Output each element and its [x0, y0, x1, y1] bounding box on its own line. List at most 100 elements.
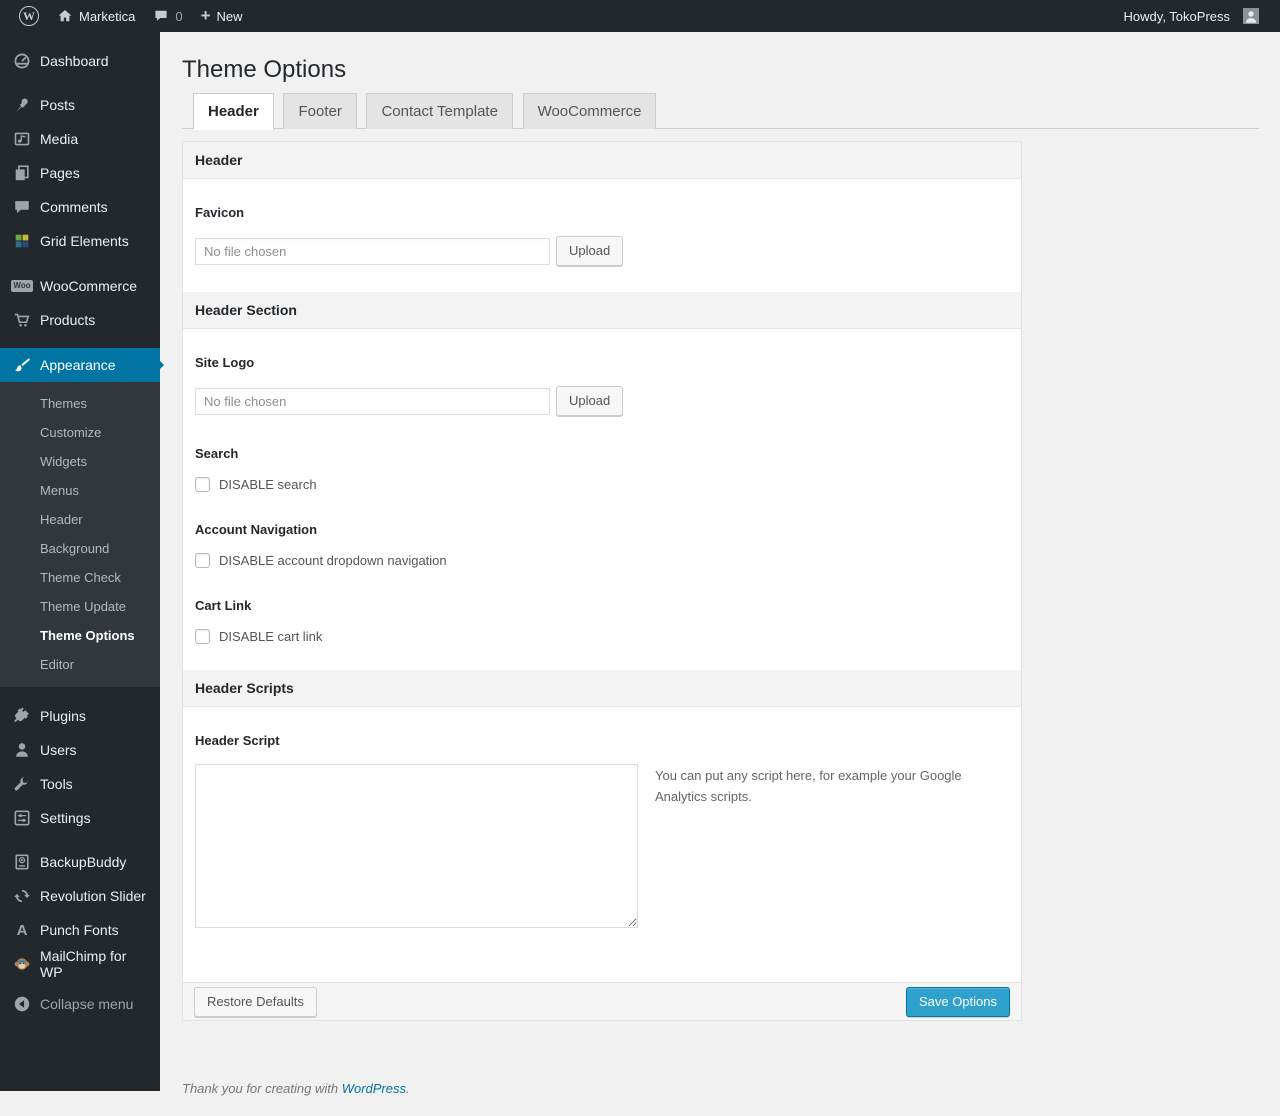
submenu-item-customize[interactable]: Customize	[0, 418, 160, 447]
sidebar-item-products[interactable]: Products	[0, 303, 160, 337]
disable-account-row[interactable]: DISABLE account dropdown navigation	[195, 553, 1009, 569]
disable-account-checkbox[interactable]	[195, 553, 210, 569]
sidebar-item-media[interactable]: Media	[0, 122, 160, 156]
sidebar-item-revolution-slider[interactable]: Revolution Slider	[0, 879, 160, 913]
tab-woocommerce[interactable]: WooCommerce	[522, 93, 657, 129]
header-script-hint: You can put any script here, for example…	[655, 768, 962, 804]
account-navigation-label: Account Navigation	[195, 522, 318, 538]
disable-account-label: DISABLE account dropdown navigation	[219, 553, 447, 569]
new-label: New	[216, 8, 243, 24]
sidebar-label: Pages	[40, 165, 80, 181]
disable-search-label: DISABLE search	[219, 477, 317, 493]
site-logo-label: Site Logo	[195, 355, 255, 371]
disable-cart-label: DISABLE cart link	[219, 629, 323, 645]
collapse-arrow-icon	[12, 994, 32, 1014]
disable-search-checkbox[interactable]	[195, 477, 210, 493]
wrench-icon	[12, 774, 32, 794]
tab-contact-template[interactable]: Contact Template	[366, 93, 513, 129]
admin-bar: W Marketica 0 + New Howdy, TokoPress	[0, 0, 1280, 32]
media-icon	[12, 129, 32, 149]
sidebar-label: Users	[40, 742, 77, 758]
howdy-label: Howdy, TokoPress	[1123, 8, 1230, 24]
comments-icon	[12, 197, 32, 217]
save-options-button[interactable]: Save Options	[905, 986, 1010, 1017]
section-header-header-section: Header Section	[183, 292, 1021, 330]
site-name-label: Marketica	[79, 8, 136, 24]
submenu-item-menus[interactable]: Menus	[0, 476, 160, 505]
sidebar-item-grid-elements[interactable]: Grid Elements	[0, 224, 160, 258]
avatar	[1243, 8, 1259, 24]
site-name-link[interactable]: Marketica	[48, 0, 144, 32]
sidebar-label: Tools	[40, 776, 73, 792]
sidebar-label: WooCommerce	[40, 278, 137, 294]
cart-icon	[12, 310, 32, 330]
sidebar-item-posts[interactable]: Posts	[0, 88, 160, 122]
home-icon	[57, 8, 73, 24]
mailchimp-monkey-icon	[12, 954, 32, 974]
sidebar-item-backupbuddy[interactable]: BackupBuddy	[0, 845, 160, 879]
paintbrush-icon	[12, 355, 32, 375]
favicon-label: Favicon	[195, 205, 245, 220]
sidebar-item-appearance[interactable]: Appearance	[0, 348, 164, 382]
sidebar-item-mailchimp[interactable]: MailChimp for WP	[0, 947, 160, 981]
appearance-submenu-wrap: Themes Customize Widgets Menus Header Ba…	[0, 382, 160, 687]
section-header-header: Header	[183, 142, 1021, 179]
submenu-item-header[interactable]: Header	[0, 505, 160, 534]
sidebar-item-pages[interactable]: Pages	[0, 156, 160, 190]
submenu-item-theme-options[interactable]: Theme Options	[0, 621, 160, 650]
sidebar-label: MailChimp for WP	[40, 948, 127, 980]
cart-link-label: Cart Link	[195, 598, 252, 614]
rotate-arrows-icon	[12, 886, 32, 906]
site-logo-upload-button[interactable]: Upload	[556, 386, 624, 417]
disable-cart-row[interactable]: DISABLE cart link	[195, 629, 1009, 645]
comments-count: 0	[175, 8, 183, 24]
backup-drive-icon	[12, 852, 32, 872]
section-header-header-scripts: Header Scripts	[183, 670, 1021, 708]
submenu-item-themes[interactable]: Themes	[0, 389, 160, 418]
tab-footer[interactable]: Footer	[283, 93, 357, 129]
disable-search-row[interactable]: DISABLE search	[195, 477, 1009, 493]
sidebar-item-woocommerce[interactable]: Woo WooCommerce	[0, 269, 160, 303]
account-menu[interactable]: Howdy, TokoPress	[1115, 0, 1268, 32]
sidebar-item-dashboard[interactable]: Dashboard	[0, 44, 160, 78]
comments-admin-link[interactable]: 0	[144, 0, 191, 32]
submenu-item-editor[interactable]: Editor	[0, 650, 160, 679]
plugin-icon	[12, 706, 32, 726]
settings-icon	[12, 808, 32, 828]
user-icon	[12, 740, 32, 760]
sidebar-label: Settings	[40, 810, 91, 826]
sidebar-item-comments[interactable]: Comments	[0, 190, 160, 224]
sidebar-label: Collapse menu	[40, 996, 134, 1012]
submenu-item-background[interactable]: Background	[0, 534, 160, 563]
sidebar-item-plugins[interactable]: Plugins	[0, 699, 160, 733]
header-script-textarea[interactable]	[195, 764, 638, 929]
wordpress-link[interactable]: WordPress	[342, 1081, 406, 1096]
sidebar-item-collapse-menu[interactable]: Collapse menu	[0, 987, 160, 1021]
disable-cart-checkbox[interactable]	[195, 629, 210, 645]
new-content-menu[interactable]: + New	[192, 0, 252, 32]
favicon-upload-button[interactable]: Upload	[556, 236, 624, 267]
sidebar-item-punch-fonts[interactable]: A Punch Fonts	[0, 913, 160, 947]
tab-header[interactable]: Header	[193, 93, 274, 130]
wordpress-logo-menu[interactable]: W	[10, 0, 48, 32]
thanks-suffix: .	[406, 1081, 410, 1097]
section-body-header: Favicon Upload	[183, 179, 1021, 293]
sidebar-item-settings[interactable]: Settings	[0, 801, 160, 835]
sidebar-item-users[interactable]: Users	[0, 733, 160, 767]
submenu-item-theme-update[interactable]: Theme Update	[0, 592, 160, 621]
theme-options-panel: Header Favicon Upload Header Section Sit…	[182, 141, 1022, 1022]
pages-icon	[12, 163, 32, 183]
page-footer: Thank you for creating with WordPress. V…	[182, 1081, 1280, 1116]
submenu-item-theme-check[interactable]: Theme Check	[0, 563, 160, 592]
favicon-file-input[interactable]	[195, 237, 550, 265]
sidebar-label: Revolution Slider	[40, 888, 146, 904]
section-body-header-scripts: Header Script You can put any script her…	[183, 707, 1021, 983]
sidebar-item-tools[interactable]: Tools	[0, 767, 160, 801]
submenu-item-widgets[interactable]: Widgets	[0, 447, 160, 476]
site-logo-file-input[interactable]	[195, 387, 550, 415]
restore-defaults-button[interactable]: Restore Defaults	[194, 986, 317, 1017]
tab-bar: Header Footer Contact Template WooCommer…	[182, 93, 1259, 130]
woocommerce-icon: Woo	[11, 280, 33, 292]
sidebar-label: Plugins	[40, 708, 86, 724]
sidebar-label: Appearance	[40, 357, 116, 373]
